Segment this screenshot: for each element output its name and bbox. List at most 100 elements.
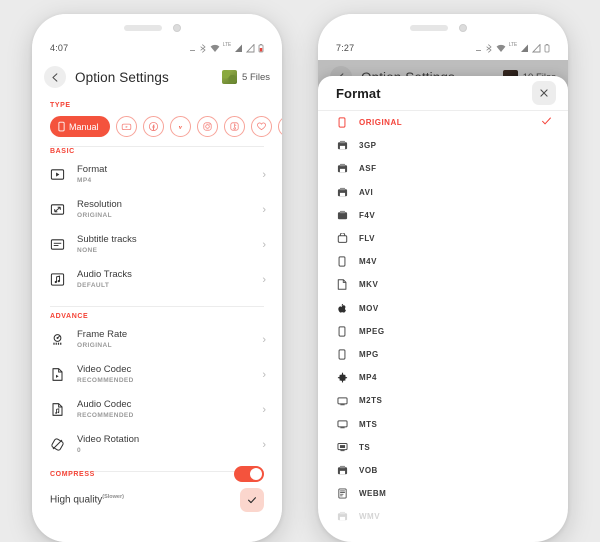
format-option-original[interactable]: ORIGINAL xyxy=(318,111,568,134)
format-options-list[interactable]: ORIGINAL 3GP ASF AVI F4V FLV M4V MKV MOV… xyxy=(318,111,568,542)
format-option-label: MPEG xyxy=(359,326,385,336)
format-option-label: WMV xyxy=(359,512,381,522)
format-option-3gp[interactable]: 3GP xyxy=(318,134,568,157)
setting-title: Video Codec xyxy=(77,363,132,375)
format-option-label: 3GP xyxy=(359,141,377,151)
tiktok-icon xyxy=(229,122,239,131)
instagram-icon xyxy=(202,122,212,131)
monitor-icon xyxy=(336,441,348,453)
setting-row-format[interactable]: Format MP4 › xyxy=(32,157,282,192)
setting-row-texts: Frame Rate ORIGINAL xyxy=(77,329,262,351)
setting-row-subtitle-tracks[interactable]: Subtitle tracks NONE › xyxy=(32,227,282,262)
type-chip-youtube[interactable] xyxy=(115,116,137,137)
facebook-icon xyxy=(148,121,158,132)
setting-row-video-rotation[interactable]: Video Rotation 0 › xyxy=(32,427,282,462)
close-icon xyxy=(540,89,548,97)
format-option-webm[interactable]: WEBM xyxy=(318,482,568,505)
status-icons: LTE xyxy=(189,42,264,53)
format-option-label: MTS xyxy=(359,419,378,429)
setting-row-video-codec[interactable]: Video Codec RECOMMENDED › xyxy=(32,357,282,392)
type-chip-instagram[interactable] xyxy=(196,116,218,137)
type-chip-row: Manual v xyxy=(32,109,282,137)
format-option-label: WEBM xyxy=(359,489,387,499)
check-icon xyxy=(248,497,256,504)
bluetooth-icon xyxy=(486,43,492,53)
compress-section: COMPRESS High quality(Slower) xyxy=(32,463,282,515)
file-icon xyxy=(336,233,348,245)
setting-row-audio-codec[interactable]: Audio Codec RECOMMENDED › xyxy=(32,392,282,427)
format-option-f4v[interactable]: F4V xyxy=(318,204,568,227)
format-option-label: M2TS xyxy=(359,396,383,406)
chevron-right-icon: › xyxy=(262,368,266,381)
format-option-mts[interactable]: MTS xyxy=(318,412,568,435)
format-option-mpeg[interactable]: MPEG xyxy=(318,320,568,343)
chevron-right-icon: › xyxy=(262,273,266,286)
compress-toggle[interactable] xyxy=(234,466,264,482)
format-option-asf[interactable]: ASF xyxy=(318,157,568,180)
format-option-label: FLV xyxy=(359,234,376,244)
format-option-flv[interactable]: FLV xyxy=(318,227,568,250)
setting-value: ORIGINAL xyxy=(77,341,112,349)
format-option-mov[interactable]: MOV xyxy=(318,297,568,320)
setting-row-audio-tracks[interactable]: Audio Tracks DEFAULT › xyxy=(32,262,282,297)
phone-left: 4:07 LTE Option Settings 5 Files TYPE Ma… xyxy=(32,14,282,542)
setting-value: NONE xyxy=(77,246,98,254)
format-option-mkv[interactable]: MKV xyxy=(318,273,568,296)
format-option-ts[interactable]: TS xyxy=(318,436,568,459)
files-indicator[interactable]: 5 Files xyxy=(222,70,270,84)
check-icon xyxy=(541,116,552,129)
close-button[interactable] xyxy=(532,81,556,105)
format-option-label: F4V xyxy=(359,210,376,220)
settings-list: BASIC Format MP4 › Resolution ORIGINAL ›… xyxy=(32,142,282,472)
type-chip-more[interactable] xyxy=(277,116,282,137)
high-quality-text: High quality xyxy=(50,494,103,506)
format-option-avi[interactable]: AVI xyxy=(318,181,568,204)
setting-title: Subtitle tracks xyxy=(77,233,137,245)
status-clock: 4:07 xyxy=(50,43,69,53)
status-clock: 7:27 xyxy=(336,43,355,53)
type-chip-vimeo[interactable]: v xyxy=(169,116,191,137)
back-button[interactable] xyxy=(44,66,66,88)
front-camera xyxy=(459,24,467,32)
phone-notch-right xyxy=(318,23,568,35)
phone-right: 7:27 LTE Option Settings xyxy=(318,14,568,542)
wifi-icon xyxy=(210,44,220,52)
type-chip-manual[interactable]: Manual xyxy=(50,116,110,137)
format-dialog-header: Format xyxy=(318,76,568,110)
signal-icon-1 xyxy=(521,44,528,52)
format-option-vob[interactable]: VOB xyxy=(318,459,568,482)
setting-row-resolution[interactable]: Resolution ORIGINAL › xyxy=(32,192,282,227)
format-option-wmv[interactable]: WMV xyxy=(318,505,568,528)
phone-icon xyxy=(336,117,348,129)
chevron-right-icon: › xyxy=(262,438,266,451)
format-option-label: M4V xyxy=(359,257,377,267)
high-quality-checkbox[interactable] xyxy=(240,488,264,512)
arrow-left-icon xyxy=(51,72,57,82)
type-section: TYPE Manual v xyxy=(32,102,282,147)
format-option-label: ORIGINAL xyxy=(359,118,403,128)
format-option-mpg[interactable]: MPG xyxy=(318,343,568,366)
video-play-icon xyxy=(50,169,65,180)
earpiece-speaker xyxy=(410,25,448,31)
setting-title: Resolution xyxy=(77,198,122,210)
format-option-m4v[interactable]: M4V xyxy=(318,250,568,273)
format-option-mp4[interactable]: MP4 xyxy=(318,366,568,389)
setting-row-frame-rate[interactable]: Frame Rate ORIGINAL › xyxy=(32,322,282,357)
page-title: Option Settings xyxy=(75,69,169,85)
type-chip-facebook[interactable] xyxy=(142,116,164,137)
rotate-icon xyxy=(51,438,64,451)
type-chip-likee[interactable] xyxy=(250,116,272,137)
signal-icon-1 xyxy=(235,44,242,52)
type-chip-tiktok[interactable] xyxy=(223,116,245,137)
setting-row-texts: Resolution ORIGINAL xyxy=(77,199,262,221)
phone-notch-left xyxy=(32,23,282,35)
front-camera xyxy=(173,24,181,32)
high-quality-row[interactable]: High quality(Slower) xyxy=(32,485,282,515)
dash-icon xyxy=(475,50,481,51)
setting-row-texts: Video Rotation 0 xyxy=(77,434,262,456)
format-option-m2ts[interactable]: M2TS xyxy=(318,389,568,412)
status-icons: LTE xyxy=(475,42,550,53)
status-bar-left: 4:07 LTE xyxy=(32,40,282,56)
document-icon xyxy=(336,279,348,291)
setting-row-texts: Audio Tracks DEFAULT xyxy=(77,269,262,291)
